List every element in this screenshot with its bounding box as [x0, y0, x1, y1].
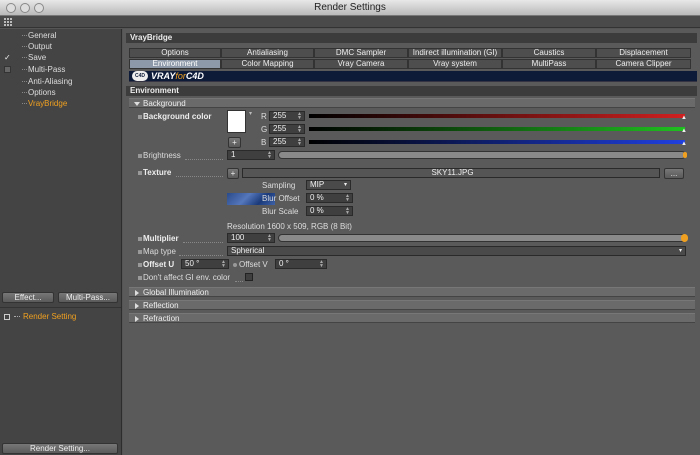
tab-caustics[interactable]: Caustics: [502, 48, 596, 58]
effect-button[interactable]: Effect...: [2, 292, 54, 303]
blur-scale-label: Blur Scale: [262, 207, 299, 216]
resolution-text: Resolution 1600 x 509, RGB (8 Bit): [227, 222, 352, 231]
multiplier-label: Multiplier: [143, 234, 179, 243]
title-bar: Render Settings: [0, 0, 700, 16]
r-field[interactable]: 255 ▲ ▼: [269, 111, 305, 121]
group-background[interactable]: Background: [129, 98, 695, 108]
color-picker-button[interactable]: +: [228, 137, 241, 148]
dont-affect-label: Don't affect GI env. color: [143, 273, 231, 282]
b-label: B: [261, 138, 267, 147]
group-reflection[interactable]: Reflection: [129, 300, 695, 310]
g-slider-handle[interactable]: ▲: [681, 128, 687, 134]
c4d-logo-icon: C4D: [132, 71, 148, 81]
collapse-arrow-icon: [134, 102, 140, 106]
b-slider-handle[interactable]: ▲: [681, 141, 687, 147]
minimize-window-button[interactable]: [20, 3, 30, 13]
texture-label: Texture: [143, 168, 172, 177]
slider-handle[interactable]: [681, 234, 688, 242]
r-slider[interactable]: [309, 114, 685, 118]
offset-u-field[interactable]: 50 ° ▲ ▼: [181, 259, 229, 269]
blur-scale-field[interactable]: 0 % ▲ ▼: [306, 206, 353, 216]
offset-v-field[interactable]: 0 ° ▲ ▼: [275, 259, 327, 269]
tab-antialiasing[interactable]: Antialiasing: [221, 48, 314, 58]
bullet-icon: [138, 154, 142, 158]
expand-arrow-icon: [135, 316, 139, 322]
bullet-icon: [138, 250, 142, 254]
tab-camera-clipper[interactable]: Camera Clipper: [596, 59, 691, 69]
tab-dmc-sampler[interactable]: DMC Sampler: [314, 48, 408, 58]
tab-multipass[interactable]: MultiPass: [502, 59, 596, 69]
tab-options[interactable]: Options: [129, 48, 221, 58]
offset-u-label: Offset U: [143, 260, 175, 269]
tab-vray-camera[interactable]: Vray Camera: [314, 59, 408, 69]
render-setting-button[interactable]: Render Setting...: [2, 443, 118, 454]
sidebar: General Output ✓ Save Multi-Pass Anti-Ali…: [0, 29, 122, 455]
main-panel: VrayBridge Options Antialiasing DMC Samp…: [123, 29, 700, 455]
r-label: R: [261, 112, 267, 121]
tab-displacement[interactable]: Displacement: [596, 48, 691, 58]
panel-header: VrayBridge: [126, 33, 697, 43]
expand-arrow-icon: [135, 290, 139, 296]
group-global-illumination[interactable]: Global Illumination: [129, 287, 695, 297]
g-label: G: [261, 125, 268, 134]
checkmark-icon[interactable]: ✓: [4, 54, 11, 62]
render-setting-icon: [4, 314, 10, 320]
bullet-icon: [138, 115, 142, 119]
g-field[interactable]: 255 ▲ ▼: [269, 124, 305, 134]
texture-browse-button[interactable]: ...: [664, 168, 684, 179]
divider: [0, 307, 121, 308]
checkbox[interactable]: [4, 66, 11, 73]
slider-handle[interactable]: [683, 152, 687, 158]
expand-arrow-icon: [135, 303, 139, 309]
bullet-icon: [138, 276, 142, 280]
chevron-down-icon: ▾: [678, 248, 682, 254]
close-window-button[interactable]: [6, 3, 16, 13]
brightness-label: Brightness: [143, 151, 181, 160]
sidebar-item-vraybridge[interactable]: VrayBridge: [0, 98, 120, 110]
b-field[interactable]: 255 ▲ ▼: [269, 137, 305, 147]
color-swatch[interactable]: [227, 110, 246, 133]
tab-environment[interactable]: Environment: [129, 59, 221, 69]
section-environment: Environment: [126, 86, 697, 96]
grid-menu-icon[interactable]: [4, 18, 12, 26]
bullet-icon: [138, 171, 142, 175]
sampling-select[interactable]: MIP ▾: [306, 180, 351, 190]
sidebar-item-multipass[interactable]: Multi-Pass: [0, 64, 120, 76]
b-slider[interactable]: [309, 140, 685, 144]
map-type-label: Map type: [143, 247, 176, 256]
chevron-down-icon[interactable]: ▾: [249, 110, 252, 117]
tree-line: [14, 316, 20, 317]
offset-v-label: Offset V: [239, 260, 268, 269]
sidebar-item-save[interactable]: ✓ Save: [0, 52, 120, 64]
render-setting-item[interactable]: Render Setting: [0, 311, 120, 323]
chevron-down-icon: ▾: [343, 182, 347, 188]
zoom-window-button[interactable]: [34, 3, 44, 13]
multiplier-slider[interactable]: [278, 234, 688, 242]
bullet-icon: [138, 237, 142, 241]
g-slider[interactable]: [309, 127, 685, 131]
blur-offset-field[interactable]: 0 % ▲ ▼: [306, 193, 353, 203]
texture-add-button[interactable]: +: [227, 168, 239, 179]
multiplier-field[interactable]: 100 ▲ ▼: [227, 233, 275, 243]
blur-offset-label: Blur Offset: [262, 194, 300, 203]
texture-file-field[interactable]: SKY11.JPG: [242, 168, 660, 178]
tab-color-mapping[interactable]: Color Mapping: [221, 59, 314, 69]
brightness-field[interactable]: 1 ▲ ▼: [227, 150, 275, 160]
window-title: Render Settings: [314, 2, 386, 13]
dont-affect-checkbox[interactable]: [245, 273, 253, 281]
group-refraction[interactable]: Refraction: [129, 313, 695, 323]
tab-vray-system[interactable]: Vray system: [408, 59, 502, 69]
bullet-icon: [233, 263, 237, 267]
brightness-slider[interactable]: [278, 151, 687, 159]
map-type-select[interactable]: Spherical ▾: [227, 246, 686, 256]
toolbar: [0, 16, 700, 28]
multipass-button[interactable]: Multi-Pass...: [58, 292, 118, 303]
bullet-icon: [138, 263, 142, 267]
tab-indirect-illumination[interactable]: Indirect illumination (GI): [408, 48, 502, 58]
vray-logo-banner: C4D VRAYforC4D: [129, 71, 697, 82]
bg-color-label: Background color: [143, 112, 212, 121]
vray-logo-text: VRAYforC4D: [151, 71, 204, 81]
r-slider-handle[interactable]: ▲: [681, 115, 687, 121]
sampling-label: Sampling: [262, 181, 296, 190]
